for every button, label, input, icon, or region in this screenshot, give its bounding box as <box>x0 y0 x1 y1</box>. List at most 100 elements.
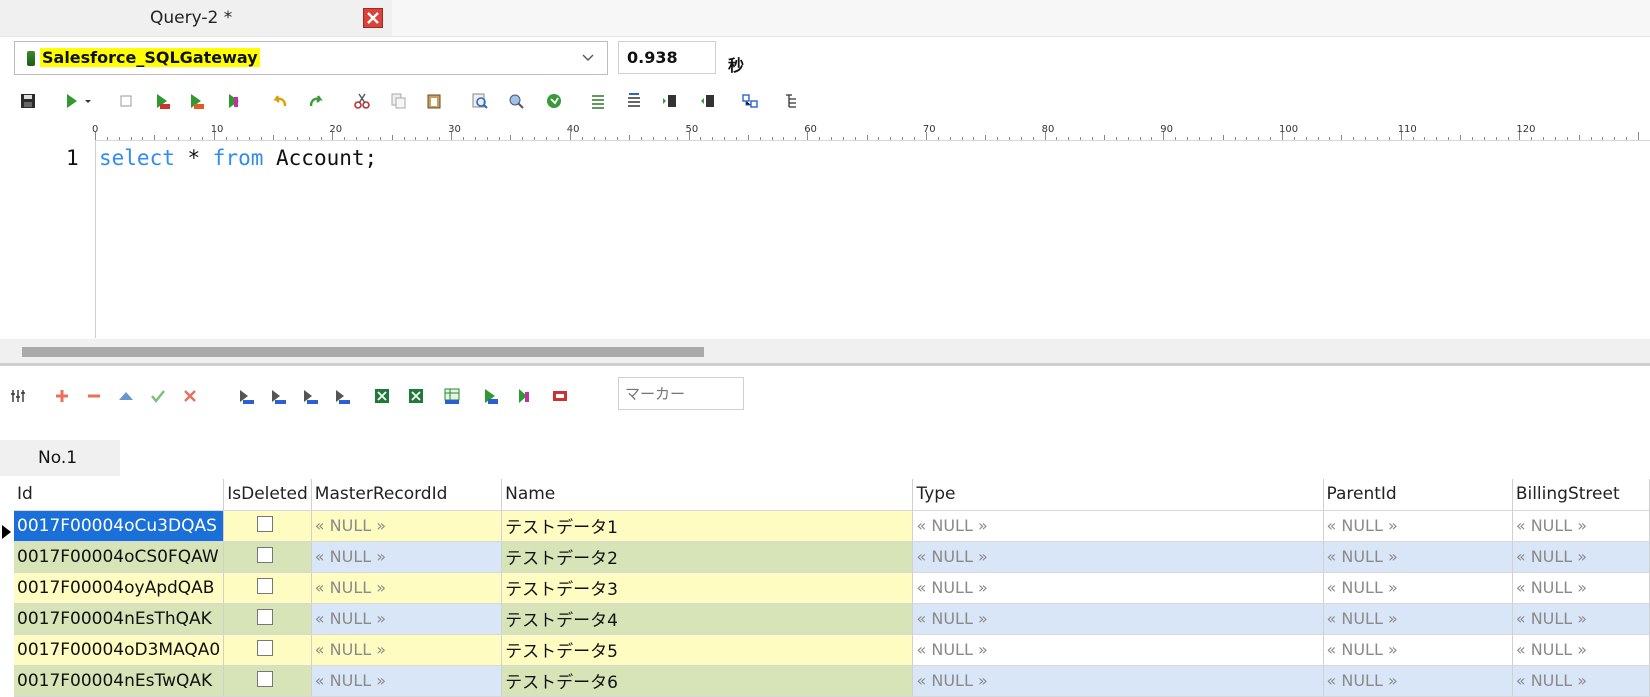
cell-billingstreet[interactable]: « NULL » <box>1512 603 1650 635</box>
cell-type[interactable]: « NULL » <box>912 603 1324 635</box>
paste-icon[interactable] <box>426 93 442 109</box>
export-html-icon[interactable] <box>444 388 460 404</box>
goto-icon[interactable] <box>546 93 562 109</box>
indent-icon[interactable] <box>662 93 678 109</box>
connection-select[interactable]: Salesforce_SQLGateway <box>14 41 608 75</box>
cancel-icon[interactable] <box>182 388 198 404</box>
cell-name[interactable]: テストデータ4 <box>501 603 914 635</box>
columns-icon[interactable] <box>10 388 26 404</box>
cell-parentid[interactable]: « NULL » <box>1323 572 1513 604</box>
column-header-masterrecordid[interactable]: MasterRecordId <box>311 479 503 511</box>
marker-input[interactable] <box>618 377 744 410</box>
excel-icon[interactable] <box>374 388 390 404</box>
cell-masterrecordid[interactable]: « NULL » <box>311 603 503 635</box>
cell-isdeleted[interactable] <box>223 603 312 635</box>
column-header-type[interactable]: Type <box>912 479 1324 511</box>
object-browser-icon[interactable] <box>742 93 758 109</box>
cell-type[interactable]: « NULL » <box>912 541 1324 573</box>
cell-isdeleted[interactable] <box>223 541 312 573</box>
cell-parentid[interactable]: « NULL » <box>1323 665 1513 697</box>
outline-icon[interactable] <box>784 93 800 109</box>
copy-icon[interactable] <box>390 93 406 109</box>
column-header-id[interactable]: Id <box>14 479 225 511</box>
checkbox[interactable] <box>257 640 274 656</box>
table-row[interactable]: 0017F00004nEsTwQAK « NULL » テストデータ6 « NULL … <box>14 665 1650 697</box>
find-icon[interactable] <box>472 93 488 109</box>
table-row[interactable]: 0017F00004oD3MAQA0 « NULL » テストデータ5 « NULL … <box>14 634 1650 666</box>
export-tsv-icon[interactable] <box>270 388 286 404</box>
cell-billingstreet[interactable]: « NULL » <box>1512 541 1650 573</box>
cell-type[interactable]: « NULL » <box>912 634 1324 666</box>
cell-masterrecordid[interactable]: « NULL » <box>311 510 503 542</box>
undo-icon[interactable] <box>272 93 288 109</box>
cell-name[interactable]: テストデータ5 <box>501 634 914 666</box>
pane-splitter[interactable] <box>0 363 1650 366</box>
cell-parentid[interactable]: « NULL » <box>1323 510 1513 542</box>
column-header-billingstreet[interactable]: BillingStreet <box>1512 479 1650 511</box>
format-icon[interactable] <box>590 93 606 109</box>
cell-id[interactable]: 0017F00004oCS0FQAW <box>14 541 225 573</box>
stop-icon[interactable] <box>118 93 134 109</box>
cell-billingstreet[interactable]: « NULL » <box>1512 634 1650 666</box>
cell-id[interactable]: 0017F00004nEsThQAK <box>14 603 225 635</box>
redo-icon[interactable] <box>308 93 324 109</box>
scrollbar-thumb[interactable] <box>22 347 704 357</box>
delete-row-icon[interactable] <box>86 388 102 404</box>
table-row[interactable]: 0017F00004oCS0FQAW « NULL » テストデータ2 « NULL … <box>14 541 1650 573</box>
cell-type[interactable]: « NULL » <box>912 665 1324 697</box>
cell-isdeleted[interactable] <box>223 572 312 604</box>
cell-billingstreet[interactable]: « NULL » <box>1512 510 1650 542</box>
cell-isdeleted[interactable] <box>223 665 312 697</box>
close-icon[interactable] <box>363 8 383 28</box>
cut-icon[interactable] <box>354 93 370 109</box>
table-row[interactable]: 0017F00004oyApdQAB « NULL » テストデータ3 « NULL … <box>14 572 1650 604</box>
checkbox[interactable] <box>257 609 274 625</box>
outdent-icon[interactable] <box>700 93 716 109</box>
cell-isdeleted[interactable] <box>223 634 312 666</box>
checkbox[interactable] <box>257 547 274 563</box>
cell-id[interactable]: 0017F00004oyApdQAB <box>14 572 225 604</box>
cell-type[interactable]: « NULL » <box>912 572 1324 604</box>
cell-type[interactable]: « NULL » <box>912 510 1324 542</box>
cell-isdeleted[interactable] <box>223 510 312 542</box>
cell-parentid[interactable]: « NULL » <box>1323 634 1513 666</box>
cell-id[interactable]: 0017F00004oD3MAQA0 <box>14 634 225 666</box>
cell-parentid[interactable]: « NULL » <box>1323 603 1513 635</box>
tab-result-no1[interactable]: No.1 <box>0 440 120 476</box>
commit-icon[interactable] <box>150 388 166 404</box>
checkbox[interactable] <box>257 578 274 594</box>
move-up-icon[interactable] <box>118 388 134 404</box>
execute-to-icon[interactable] <box>226 93 242 109</box>
cell-name[interactable]: テストデータ3 <box>501 572 914 604</box>
column-header-name[interactable]: Name <box>501 479 914 511</box>
cell-name[interactable]: テストデータ2 <box>501 541 914 573</box>
export-sql-icon[interactable] <box>334 388 350 404</box>
cell-billingstreet[interactable]: « NULL » <box>1512 665 1650 697</box>
cell-masterrecordid[interactable]: « NULL » <box>311 572 503 604</box>
chevron-down-icon[interactable] <box>84 93 92 109</box>
cell-billingstreet[interactable]: « NULL » <box>1512 572 1650 604</box>
export-xml-icon[interactable] <box>302 388 318 404</box>
export-csv-icon[interactable] <box>238 388 254 404</box>
table-row[interactable]: 0017F00004nEsThQAK « NULL » テストデータ4 « NULL … <box>14 603 1650 635</box>
sql-editor[interactable] <box>96 141 1650 338</box>
table-row[interactable]: 0017F00004oCu3DQAS « NULL » テストデータ1 « NULL … <box>14 510 1650 542</box>
cell-id[interactable]: 0017F00004oCu3DQAS <box>14 510 225 542</box>
add-row-icon[interactable] <box>54 388 70 404</box>
cell-masterrecordid[interactable]: « NULL » <box>311 541 503 573</box>
cell-masterrecordid[interactable]: « NULL » <box>311 634 503 666</box>
cell-id[interactable]: 0017F00004nEsTwQAK <box>14 665 225 697</box>
cell-parentid[interactable]: « NULL » <box>1323 541 1513 573</box>
execute-icon[interactable] <box>64 93 80 109</box>
sql-code-line[interactable]: select * from Account; <box>99 146 377 170</box>
cell-name[interactable]: テストデータ1 <box>501 510 914 542</box>
find-replace-icon[interactable] <box>508 93 524 109</box>
tab-query[interactable]: Query-2 * <box>0 0 392 36</box>
save-icon[interactable] <box>20 93 36 109</box>
execute-result-icon[interactable] <box>482 388 498 404</box>
cell-name[interactable]: テストデータ6 <box>501 665 914 697</box>
image-icon[interactable] <box>552 388 568 404</box>
checkbox[interactable] <box>257 671 274 687</box>
filter-icon[interactable] <box>516 388 532 404</box>
column-header-parentid[interactable]: ParentId <box>1323 479 1513 511</box>
